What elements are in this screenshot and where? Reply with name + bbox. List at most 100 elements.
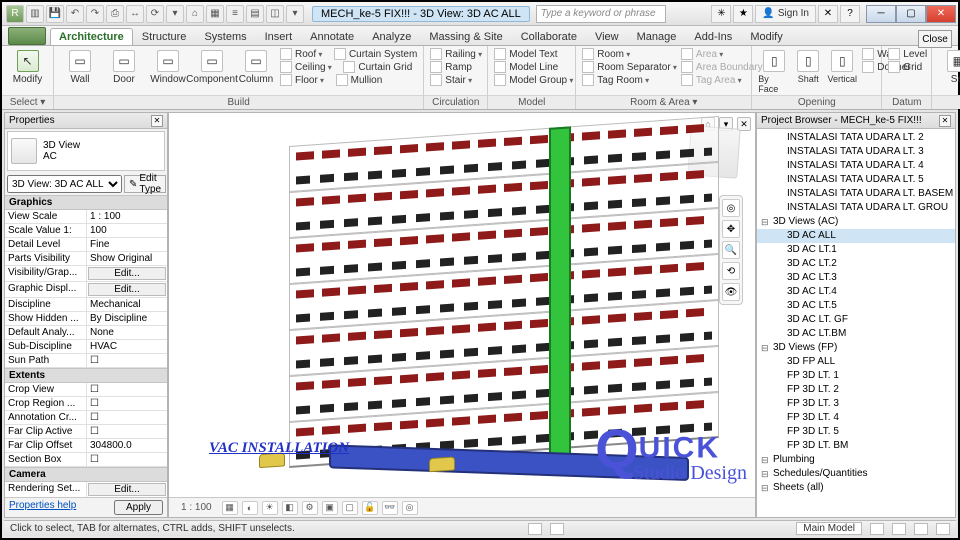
tree-node[interactable]: INSTALASI TATA UDARA LT. 5	[757, 173, 955, 187]
build-row[interactable]: Floor Mullion	[280, 74, 417, 86]
tree-node[interactable]: FP 3D LT. 2	[757, 383, 955, 397]
design-options-icon[interactable]	[870, 523, 884, 535]
prop-row[interactable]: DisciplineMechanical	[5, 298, 167, 312]
tree-node[interactable]: 3D AC LT.3	[757, 271, 955, 285]
railing-button[interactable]: Railing	[430, 48, 482, 60]
tree-node[interactable]: 3D AC LT.2	[757, 257, 955, 271]
file-tab[interactable]	[8, 27, 46, 45]
sunpath-icon[interactable]: ☀	[262, 501, 278, 515]
build-row[interactable]: Roof Curtain System	[280, 48, 417, 60]
exchange-icon[interactable]: ✕	[818, 5, 838, 23]
tree-node[interactable]: 3D AC LT.1	[757, 243, 955, 257]
shadows-icon[interactable]: ◧	[282, 501, 298, 515]
tree-node[interactable]: 3D AC LT. GF	[757, 313, 955, 327]
tree-node[interactable]: FP 3D LT. 5	[757, 425, 955, 439]
open-icon[interactable]: ▥	[26, 5, 44, 23]
tree-node[interactable]: INSTALASI TATA UDARA LT. BASEM	[757, 187, 955, 201]
tree-node[interactable]: 3D AC LT.5	[757, 299, 955, 313]
tree-node[interactable]: 3D AC ALL	[757, 229, 955, 243]
crop-show-icon[interactable]: ▢	[342, 501, 358, 515]
prop-row[interactable]: Crop Region ...☐	[5, 397, 167, 411]
worksets-icon[interactable]	[528, 523, 542, 535]
home-icon[interactable]: ⌂	[186, 5, 204, 23]
maximize-button[interactable]: ▢	[896, 5, 926, 23]
grid-button[interactable]: Grid	[888, 61, 927, 73]
tree-node[interactable]: 3D Views (FP)	[757, 341, 955, 355]
ramp-button[interactable]: Ramp	[430, 61, 482, 73]
signin-button[interactable]: 👤Sign In	[755, 5, 816, 23]
set-workplane-button[interactable]: ▦Set	[938, 48, 960, 85]
tree-node[interactable]: INSTALASI TATA UDARA LT. 4	[757, 159, 955, 173]
minimize-button[interactable]: ─	[866, 5, 896, 23]
render-icon[interactable]: ⚙	[302, 501, 318, 515]
column-button[interactable]: ▭Column	[236, 48, 276, 85]
switch-window-icon[interactable]: ◫	[266, 5, 284, 23]
prop-row[interactable]: Scale Value 1:100	[5, 224, 167, 238]
detail-level-icon[interactable]: ▦	[222, 501, 238, 515]
thin-lines-icon[interactable]: ≡	[226, 5, 244, 23]
room-button[interactable]: Room	[582, 48, 677, 60]
group-room-label[interactable]: Room & Area ▾	[576, 95, 751, 109]
tab-architecture[interactable]: Architecture	[50, 28, 133, 45]
select-links-icon[interactable]	[892, 523, 906, 535]
model-text-button[interactable]: Model Text	[494, 48, 573, 60]
main-model-selector[interactable]: Main Model	[796, 522, 862, 535]
tree-node[interactable]: Plumbing	[757, 453, 955, 467]
door-button[interactable]: ▭Door	[104, 48, 144, 85]
prop-row[interactable]: Section Box☐	[5, 453, 167, 467]
save-icon[interactable]: 💾	[46, 5, 64, 23]
tab-add-ins[interactable]: Add-Ins	[685, 28, 741, 45]
tree-node[interactable]: INSTALASI TATA UDARA LT. GROU	[757, 201, 955, 215]
print-icon[interactable]: ⎙	[106, 5, 124, 23]
close-hidden-icon[interactable]: ▤	[246, 5, 264, 23]
tree-node[interactable]: FP 3D LT. BM	[757, 439, 955, 453]
prop-row[interactable]: Visibility/Grap...Edit...	[5, 266, 167, 282]
tab-annotate[interactable]: Annotate	[301, 28, 363, 45]
type-selector[interactable]: 3D ViewAC	[7, 131, 165, 171]
tree-node[interactable]: Sheets (all)	[757, 481, 955, 495]
tree-node[interactable]: 3D Views (AC)	[757, 215, 955, 229]
temp-hide-icon[interactable]: 👓	[382, 501, 398, 515]
tree-node[interactable]: FP 3D LT. 1	[757, 369, 955, 383]
prop-row[interactable]: Far Clip Offset304800.0	[5, 439, 167, 453]
sync-icon[interactable]: ⟳	[146, 5, 164, 23]
measure-icon[interactable]: ↔	[126, 5, 144, 23]
tree-node[interactable]: 3D AC LT.BM	[757, 327, 955, 341]
stair-button[interactable]: Stair	[430, 74, 482, 86]
prop-row[interactable]: Rendering Set...Edit...	[5, 482, 167, 497]
prop-row[interactable]: Default Analy...None	[5, 326, 167, 340]
room-separator-button[interactable]: Room Separator	[582, 61, 677, 73]
qat-dropdown-icon[interactable]: ▾	[286, 5, 304, 23]
tree-node[interactable]: 3D FP ALL	[757, 355, 955, 369]
tree-node[interactable]: FP 3D LT. 3	[757, 397, 955, 411]
prop-row[interactable]: Sun Path☐	[5, 354, 167, 368]
tab-systems[interactable]: Systems	[195, 28, 255, 45]
zoom-icon[interactable]: 🔍	[722, 241, 740, 259]
tree-node[interactable]: FP 3D LT. 4	[757, 411, 955, 425]
tree-node[interactable]: INSTALASI TATA UDARA LT. 3	[757, 145, 955, 159]
prop-row[interactable]: Crop View☐	[5, 383, 167, 397]
look-icon[interactable]: 👁	[722, 283, 740, 301]
component-button[interactable]: ▭Component	[192, 48, 232, 85]
prop-row[interactable]: View Scale1 : 100	[5, 210, 167, 224]
favorites-icon[interactable]: ★	[733, 5, 753, 23]
unlock-icon[interactable]: 🔓	[362, 501, 378, 515]
search-input[interactable]: Type a keyword or phrase	[536, 5, 666, 23]
visual-style-icon[interactable]: ◐	[242, 501, 258, 515]
level-button[interactable]: Level	[888, 48, 927, 60]
redo-icon[interactable]: ↷	[86, 5, 104, 23]
editable-only-icon[interactable]	[550, 523, 564, 535]
close-button[interactable]: ✕	[926, 5, 956, 23]
group-select-label[interactable]: Select ▾	[2, 95, 53, 109]
window-button[interactable]: ▭Window	[148, 48, 188, 85]
properties-close-icon[interactable]: ✕	[151, 115, 163, 127]
filter-icon[interactable]	[936, 523, 950, 535]
by-face-button[interactable]: ▯By Face	[758, 48, 790, 94]
tab-collaborate[interactable]: Collaborate	[512, 28, 586, 45]
crop-icon[interactable]: ▣	[322, 501, 338, 515]
wall-button[interactable]: ▭Wall	[60, 48, 100, 85]
prop-row[interactable]: Graphic Displ...Edit...	[5, 282, 167, 298]
pan-icon[interactable]: ✥	[722, 220, 740, 238]
orbit-icon[interactable]: ⟲	[722, 262, 740, 280]
qat-more-icon[interactable]: ▾	[166, 5, 184, 23]
